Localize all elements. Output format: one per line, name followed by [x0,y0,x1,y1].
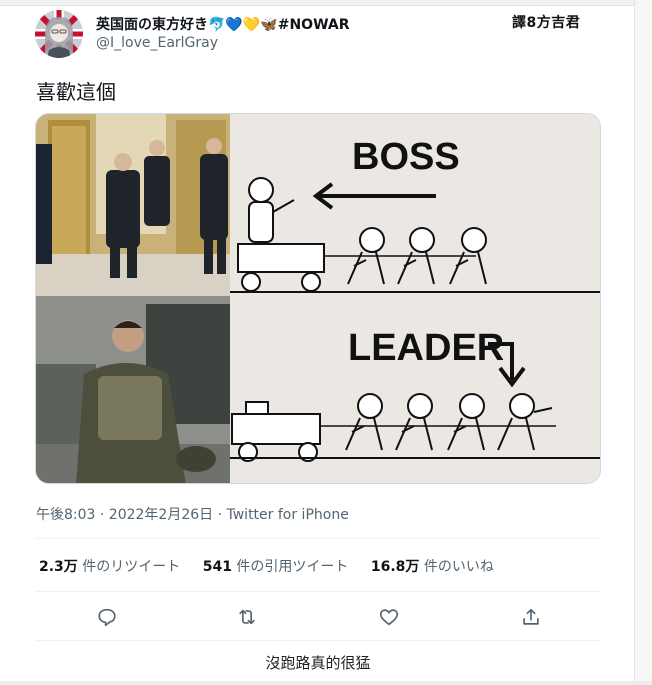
divider [35,538,601,539]
like-count: 16.8万 [370,559,420,575]
like-button[interactable] [376,604,402,630]
display-name[interactable]: 英国面の東方好き🐬💙💛🦋#NOWAR [96,14,350,34]
caption-text: 沒跑路真的很猛 [265,654,371,672]
avatar-image [35,10,83,58]
boss-label: BOSS [352,136,460,178]
bottom-edge [0,681,652,685]
reply-button[interactable] [94,604,120,630]
retweet-icon [239,609,255,625]
leader-label: LEADER [348,327,504,369]
photo-top-left [36,114,230,296]
tweet-screenshot: 英国面の東方好き🐬💙💛🦋#NOWAR @I_love_EarlGray 譯8方吉… [0,0,652,685]
divider [35,640,601,641]
tweet-stats: 2.3万 件のリツイート 541 件の引用ツイート 16.8万 件のいいね [39,556,512,576]
retweet-count: 2.3万 [39,559,78,575]
divider [35,591,601,592]
like-label: 件のいいね [423,559,494,575]
share-button[interactable] [518,604,544,630]
photo-bottom-left [36,296,230,483]
like-icon [379,609,399,626]
quote-stat[interactable]: 541 件の引用ツイート [203,556,349,576]
like-stat[interactable]: 16.8万 件のいいね [371,556,494,576]
retweet-label: 件のリツイート [82,559,181,575]
meme-image: BOSS LEADER [36,114,600,483]
avatar[interactable] [35,10,83,58]
right-edge [634,0,652,685]
top-edge [0,0,652,6]
tweet-text: 喜歡這個 [36,80,116,104]
share-icon [523,608,539,625]
quote-count: 541 [202,559,232,575]
quote-label: 件の引用ツイート [236,559,349,575]
retweet-button[interactable] [234,604,260,630]
reply-icon [98,608,116,627]
retweet-stat[interactable]: 2.3万 件のリツイート [39,556,180,576]
action-bar [35,600,601,634]
illustration-panel: BOSS LEADER [230,114,600,483]
tweet-media[interactable]: BOSS LEADER [35,113,601,484]
tweet-timestamp[interactable]: 午後8:03 · 2022年2月26日 · Twitter for iPhone [36,504,349,524]
translator-watermark: 譯8方吉君 [512,15,581,31]
user-handle[interactable]: @I_love_EarlGray [96,35,218,51]
